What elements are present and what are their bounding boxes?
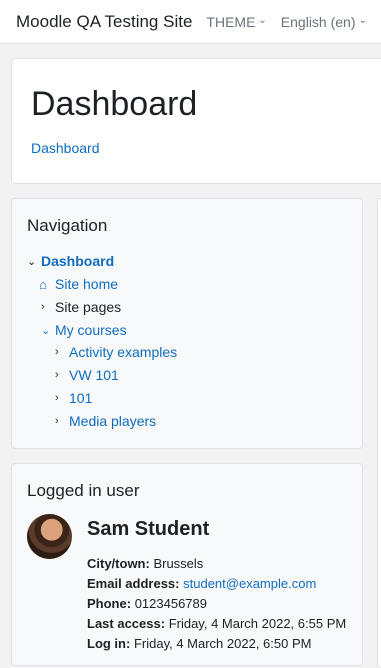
phone-label: Phone:	[87, 596, 132, 611]
chevron-down-icon: ⌄	[358, 15, 367, 26]
chevron-down-icon: ⌄	[27, 255, 37, 268]
chevron-down-icon: ⌄	[258, 15, 267, 26]
email-link[interactable]: student@example.com	[183, 576, 316, 591]
chevron-right-icon: ›	[55, 346, 59, 358]
top-navbar: Moodle QA Testing Site THEME ⌄ English (…	[0, 0, 381, 44]
nav-item-dashboard[interactable]: ⌄ Dashboard	[27, 253, 114, 269]
site-name-link[interactable]: Moodle QA Testing Site	[16, 12, 192, 32]
nav-item-label: Media players	[69, 413, 157, 429]
login-value: Friday, 4 March 2022, 6:50 PM	[133, 636, 312, 651]
nav-item-media-players[interactable]: › Media players	[55, 413, 156, 429]
nav-item-label: VW 101	[69, 367, 119, 383]
side-block-edge	[377, 198, 381, 668]
city-value: Brussels	[153, 556, 204, 571]
language-menu[interactable]: English (en) ⌄	[281, 14, 367, 30]
chevron-down-icon: ⌄	[41, 324, 51, 337]
nav-item-vw101[interactable]: › VW 101	[55, 367, 119, 383]
nav-item-site-home[interactable]: ⌂ Site home	[39, 276, 118, 292]
navigation-block-title: Navigation	[27, 216, 108, 235]
user-last-access: Last access: Friday, 4 March 2022, 6:55 …	[87, 616, 346, 631]
logged-in-user-title: Logged in user	[27, 481, 140, 500]
user-city: City/town: Brussels	[87, 556, 203, 571]
nav-item-label: 101	[69, 390, 93, 406]
nav-item-label: Dashboard	[41, 253, 115, 269]
user-login: Log in: Friday, 4 March 2022, 6:50 PM	[87, 636, 311, 651]
city-label: City/town:	[87, 556, 150, 571]
navigation-block: Navigation ⌄ Dashboard ⌂ Site home › Sit…	[11, 198, 363, 449]
chevron-right-icon: ›	[41, 301, 45, 313]
nav-item-label: My courses	[55, 322, 127, 338]
email-label: Email address:	[87, 576, 180, 591]
nav-item-label: Site home	[55, 276, 119, 292]
chevron-right-icon: ›	[55, 415, 59, 427]
avatar[interactable]	[27, 514, 72, 559]
nav-item-my-courses[interactable]: ⌄ My courses	[41, 322, 127, 338]
last-access-label: Last access:	[87, 616, 166, 631]
nav-item-label: Activity examples	[69, 344, 178, 360]
logged-in-user-block: Logged in user Sam Student City/town: Br…	[11, 463, 363, 666]
page-header: Dashboard Dashboard	[11, 58, 381, 184]
nav-item-label: Site pages	[55, 299, 122, 315]
user-name[interactable]: Sam Student	[87, 518, 209, 541]
page-title: Dashboard	[31, 85, 198, 123]
breadcrumb-dashboard-link[interactable]: Dashboard	[31, 140, 100, 156]
user-email: Email address: student@example.com	[87, 576, 316, 591]
chevron-right-icon: ›	[55, 369, 59, 381]
language-menu-label: English (en)	[280, 13, 356, 30]
home-icon: ⌂	[39, 276, 47, 292]
user-phone: Phone: 0123456789	[87, 596, 207, 611]
chevron-right-icon: ›	[55, 392, 59, 404]
last-access-value: Friday, 4 March 2022, 6:55 PM	[168, 616, 347, 631]
nav-item-site-pages[interactable]: › Site pages	[41, 299, 121, 315]
nav-item-activity-examples[interactable]: › Activity examples	[55, 344, 177, 360]
login-label: Log in:	[87, 636, 131, 651]
nav-item-101[interactable]: › 101	[55, 390, 92, 406]
theme-menu-label: THEME	[206, 13, 256, 30]
phone-value: 0123456789	[134, 596, 207, 611]
theme-menu[interactable]: THEME ⌄	[206, 14, 266, 30]
